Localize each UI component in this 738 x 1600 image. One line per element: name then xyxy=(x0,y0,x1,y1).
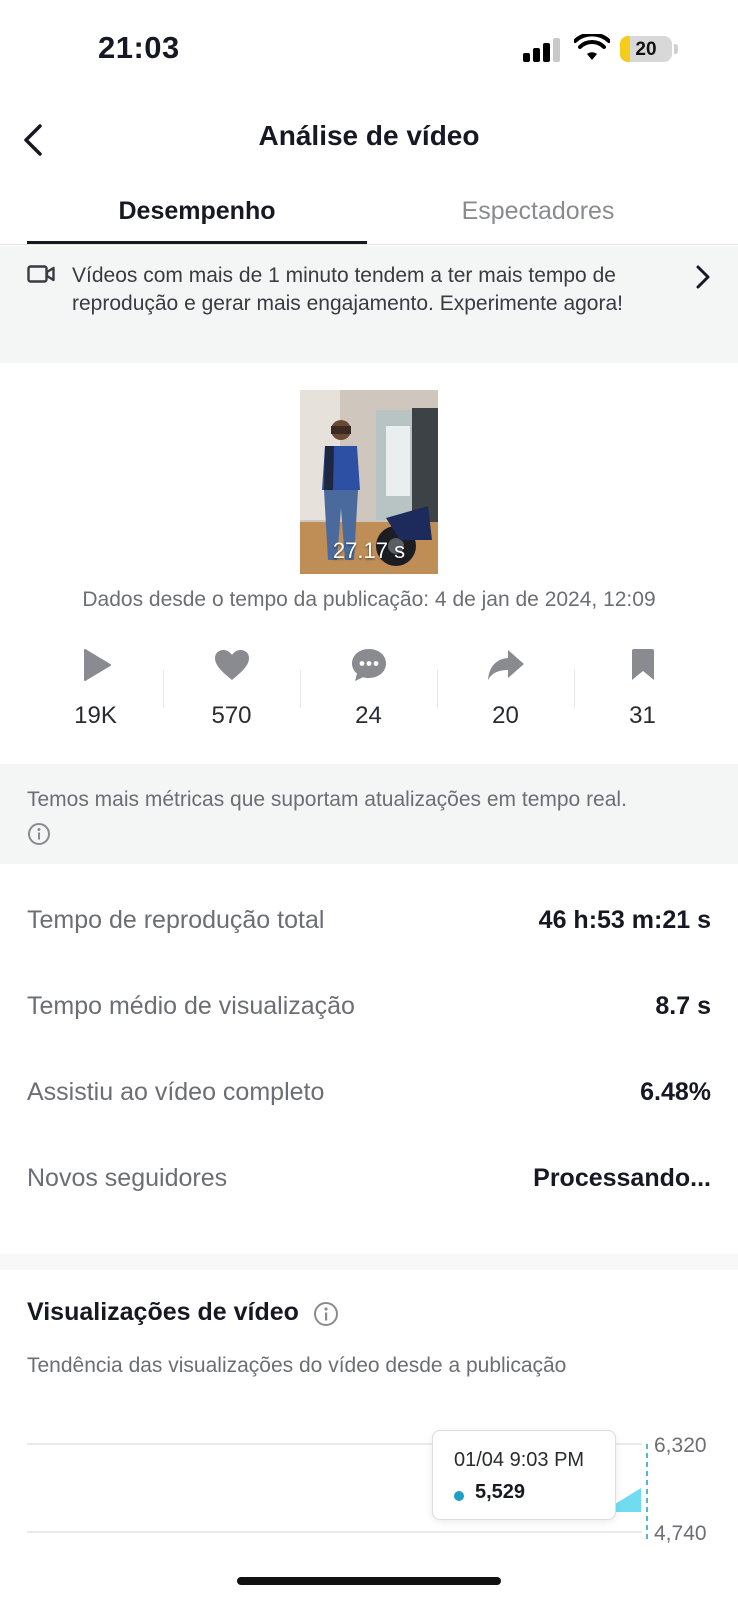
views-subtitle: Tendência das visualizações do vídeo des… xyxy=(27,1354,567,1377)
page-title: Análise de vídeo xyxy=(258,120,480,151)
info-icon[interactable] xyxy=(313,1301,339,1327)
tip-banner[interactable]: Vídeos com mais de 1 minuto tendem a ter… xyxy=(0,246,738,363)
status-bar: 21:03 20 xyxy=(0,0,738,100)
tab-desempenho[interactable]: Desempenho xyxy=(27,197,367,226)
home-indicator xyxy=(237,1577,501,1585)
metric-row: Tempo médio de visualização 8.7 s xyxy=(27,992,711,1032)
views-chart[interactable]: 6,320 4,740 xyxy=(0,1410,738,1560)
bookmark-icon xyxy=(631,649,654,680)
realtime-text: Temos mais métricas que suportam atualiz… xyxy=(27,788,627,811)
section-divider xyxy=(0,1254,738,1270)
tooltip-series-dot xyxy=(454,1491,464,1501)
engagement-stats: 19K 570 24 20 31 xyxy=(0,640,738,740)
status-time: 21:03 xyxy=(98,30,180,65)
wifi-icon xyxy=(574,34,610,60)
stat-bookmarks-value: 31 xyxy=(629,702,656,729)
battery-level: 20 xyxy=(635,39,657,60)
chart-tooltip: 01/04 9:03 PM 5,529 xyxy=(432,1430,616,1520)
metric-value: 8.7 s xyxy=(655,992,711,1020)
tab-bar: Desempenho Espectadores xyxy=(0,183,738,245)
video-thumbnail[interactable]: 27.17 s xyxy=(300,390,438,574)
share-icon xyxy=(487,650,524,680)
heart-icon xyxy=(214,650,249,680)
publish-date: Dados desde o tempo da publicação: 4 de … xyxy=(82,588,656,611)
metric-value: Processando... xyxy=(533,1164,711,1192)
comment-icon xyxy=(351,649,386,681)
stat-bookmarks: 31 xyxy=(574,640,711,730)
play-icon xyxy=(83,649,111,681)
banner-text: Vídeos com mais de 1 minuto tendem a ter… xyxy=(72,264,623,315)
stat-likes: 570 xyxy=(163,640,300,730)
battery-tip xyxy=(674,44,678,54)
chevron-right-icon xyxy=(696,265,710,289)
metric-value: 46 h:53 m:21 s xyxy=(538,906,711,934)
battery-icon: 20 xyxy=(620,36,672,62)
stat-shares-value: 20 xyxy=(492,702,519,729)
video-camera-icon xyxy=(27,265,55,283)
y-tick-label: 4,740 xyxy=(654,1522,707,1545)
tooltip-value: 5,529 xyxy=(475,1481,526,1503)
metric-row: Assistiu ao vídeo completo 6.48% xyxy=(27,1078,711,1118)
y-tick-label: 6,320 xyxy=(654,1434,707,1457)
stat-shares: 20 xyxy=(437,640,574,730)
stat-plays: 19K xyxy=(27,640,164,730)
stat-likes-value: 570 xyxy=(211,702,252,729)
video-duration: 27.17 s xyxy=(332,538,406,563)
active-tab-indicator xyxy=(27,241,367,244)
realtime-notice: Temos mais métricas que suportam atualiz… xyxy=(0,764,738,864)
metric-label: Novos seguidores xyxy=(27,1164,228,1192)
metric-row: Novos seguidores Processando... xyxy=(27,1164,711,1204)
metric-label: Tempo médio de visualização xyxy=(27,992,355,1020)
tooltip-date: 01/04 9:03 PM xyxy=(454,1449,585,1471)
cellular-signal-icon xyxy=(523,38,563,62)
metric-value: 6.48% xyxy=(640,1078,711,1106)
views-section-title: Visualizações de vídeo xyxy=(27,1298,299,1326)
tab-espectadores[interactable]: Espectadores xyxy=(368,197,708,226)
metric-label: Assistiu ao vídeo completo xyxy=(27,1078,325,1106)
stat-comments: 24 xyxy=(300,640,437,730)
info-icon[interactable] xyxy=(27,822,51,846)
metric-row: Tempo de reprodução total 46 h:53 m:21 s xyxy=(27,906,711,946)
metric-label: Tempo de reprodução total xyxy=(27,906,325,934)
stat-comments-value: 24 xyxy=(355,702,382,729)
stat-plays-value: 19K xyxy=(74,702,117,729)
